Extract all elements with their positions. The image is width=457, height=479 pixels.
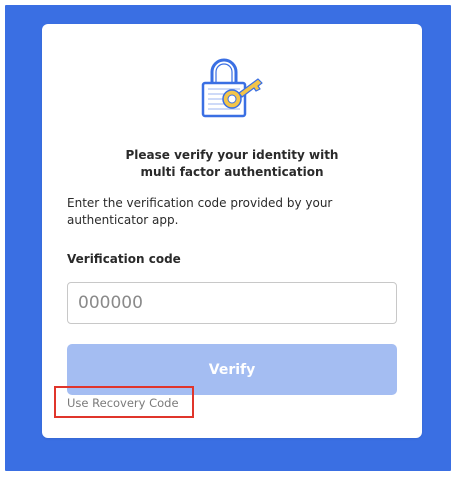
page-title: Please verify your identity with multi f… xyxy=(42,147,422,181)
mfa-card: Please verify your identity with multi f… xyxy=(42,24,422,438)
verification-code-input[interactable] xyxy=(67,282,397,324)
instructions-text: Enter the verification code provided by … xyxy=(67,195,367,229)
verify-button[interactable]: Verify xyxy=(67,344,397,395)
lock-key-icon xyxy=(201,58,263,118)
instructions-line-2: authenticator app. xyxy=(67,213,179,227)
instructions-line-1: Enter the verification code provided by … xyxy=(67,196,333,210)
use-recovery-code-link[interactable]: Use Recovery Code xyxy=(67,396,179,410)
title-line-2: multi factor authentication xyxy=(140,165,324,179)
title-line-1: Please verify your identity with xyxy=(125,148,339,162)
verification-code-label: Verification code xyxy=(67,252,181,266)
